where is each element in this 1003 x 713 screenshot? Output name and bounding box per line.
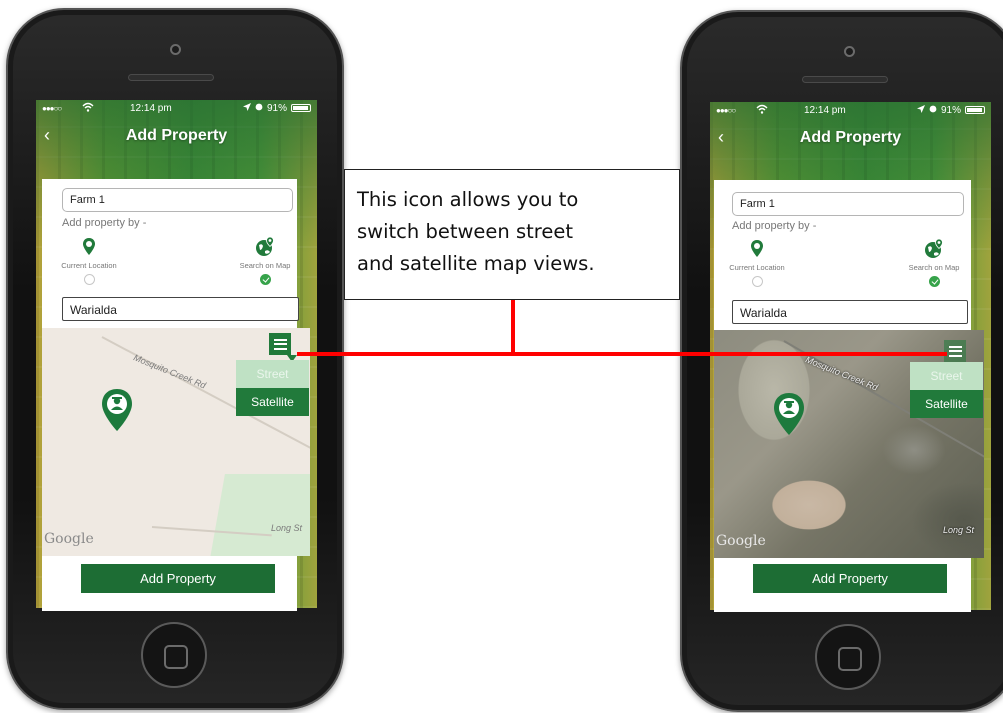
map-layers-button[interactable] (944, 340, 966, 362)
home-button[interactable] (141, 622, 207, 688)
add-by-label: Add property by - (732, 220, 817, 232)
phone-left: ●●●○○ 12:14 pm 91% ‹ Add Property Farm 1… (6, 8, 344, 710)
layers-icon (273, 338, 287, 350)
globe-pin-icon (254, 236, 276, 258)
battery-percent: 91% (266, 102, 287, 114)
option-search-on-map[interactable]: Search on Map (235, 236, 295, 285)
battery-percent: 91% (940, 104, 961, 116)
callout-connector-bar (297, 352, 947, 356)
location-pin-icon (78, 236, 100, 258)
status-right: 91% (242, 102, 311, 114)
speaker-grille (128, 74, 214, 81)
location-search-input[interactable]: Warialda (732, 300, 968, 324)
home-button[interactable] (815, 624, 881, 690)
radio-search-on-map[interactable] (928, 276, 940, 287)
camera-icon (844, 46, 855, 57)
map-type-satellite[interactable]: Satellite (236, 388, 309, 416)
road-label-long-st: Long St (943, 525, 975, 535)
farmer-pin-icon[interactable] (100, 388, 134, 432)
road-label-mosquito-creek: Mosquito Creek Rd (804, 354, 880, 393)
layers-icon (948, 345, 962, 357)
status-time: 12:14 pm (804, 104, 846, 116)
add-property-button[interactable]: Add Property (81, 564, 275, 593)
page-title: Add Property (125, 127, 228, 144)
radio-search-on-map[interactable] (259, 274, 271, 285)
farmer-pin-icon[interactable] (772, 392, 806, 436)
option-search-on-map[interactable]: Search on Map (904, 238, 964, 287)
add-by-label: Add property by - (62, 217, 147, 229)
property-name-input[interactable]: Farm 1 (62, 188, 293, 212)
back-icon[interactable]: ‹ (718, 128, 732, 146)
location-arrow-icon (242, 102, 251, 114)
callout-line-3: and satellite map views. (357, 252, 595, 275)
map-type-street[interactable]: Street (910, 362, 983, 390)
phone-right: ●●●○○ 12:14 pm 91% ‹ Add Property Farm 1 (680, 10, 1003, 712)
alarm-icon (929, 105, 937, 116)
battery-icon (965, 106, 985, 114)
status-bar: ●●●○○ 12:14 pm 91% (710, 102, 991, 118)
map-type-street[interactable]: Street (236, 360, 309, 388)
map-view-satellite[interactable]: Mosquito Creek Rd Long St Google Street … (714, 330, 984, 558)
option-map-label: Search on Map (908, 263, 960, 272)
option-map-label: Search on Map (239, 261, 291, 270)
alarm-icon (255, 103, 263, 114)
map-layers-button[interactable] (269, 333, 291, 355)
radio-current-location[interactable] (751, 276, 763, 287)
status-right: 91% (916, 104, 985, 116)
road-label-mosquito-creek: Mosquito Creek Rd (132, 352, 208, 391)
back-icon[interactable]: ‹ (44, 126, 58, 144)
option-current-label: Current Location (61, 261, 117, 270)
option-current-label: Current Location (729, 263, 785, 272)
callout-line-1: This icon allows you to (357, 188, 579, 211)
location-pin-icon (746, 238, 768, 260)
callout-line-2: switch between street (357, 220, 574, 243)
map-park-area (209, 474, 310, 556)
signal-indicator: ●●●○○ (716, 105, 736, 115)
page-title: Add Property (799, 129, 902, 146)
status-time: 12:14 pm (130, 102, 172, 114)
camera-icon (170, 44, 181, 55)
location-arrow-icon (916, 104, 925, 116)
map-view-street[interactable]: Mosquito Creek Rd Long St Google Street … (42, 328, 310, 556)
option-current-location[interactable]: Current Location (59, 236, 119, 285)
location-search-input[interactable]: Warialda (62, 297, 299, 321)
radio-current-location[interactable] (83, 274, 95, 285)
map-type-menu: Street Satellite (236, 360, 309, 416)
callout-connector-stem (511, 300, 515, 356)
battery-icon (291, 104, 311, 112)
add-property-button[interactable]: Add Property (753, 564, 947, 593)
speaker-grille (802, 76, 888, 83)
property-name-input[interactable]: Farm 1 (732, 192, 964, 216)
annotation-callout: This icon allows you to switch between s… (344, 169, 680, 300)
nav-bar: ‹ Add Property (710, 118, 991, 158)
status-bar: ●●●○○ 12:14 pm 91% (36, 100, 317, 116)
globe-pin-icon (923, 238, 945, 260)
google-logo: Google (44, 531, 94, 547)
google-logo: Google (716, 533, 766, 549)
signal-indicator: ●●●○○ (42, 103, 62, 113)
option-current-location[interactable]: Current Location (727, 238, 787, 287)
map-type-menu: Street Satellite (910, 362, 983, 418)
wifi-icon (756, 104, 796, 117)
map-type-satellite[interactable]: Satellite (910, 390, 983, 418)
nav-bar: ‹ Add Property (36, 116, 317, 156)
wifi-icon (82, 102, 122, 115)
road-label-long-st: Long St (271, 523, 303, 533)
